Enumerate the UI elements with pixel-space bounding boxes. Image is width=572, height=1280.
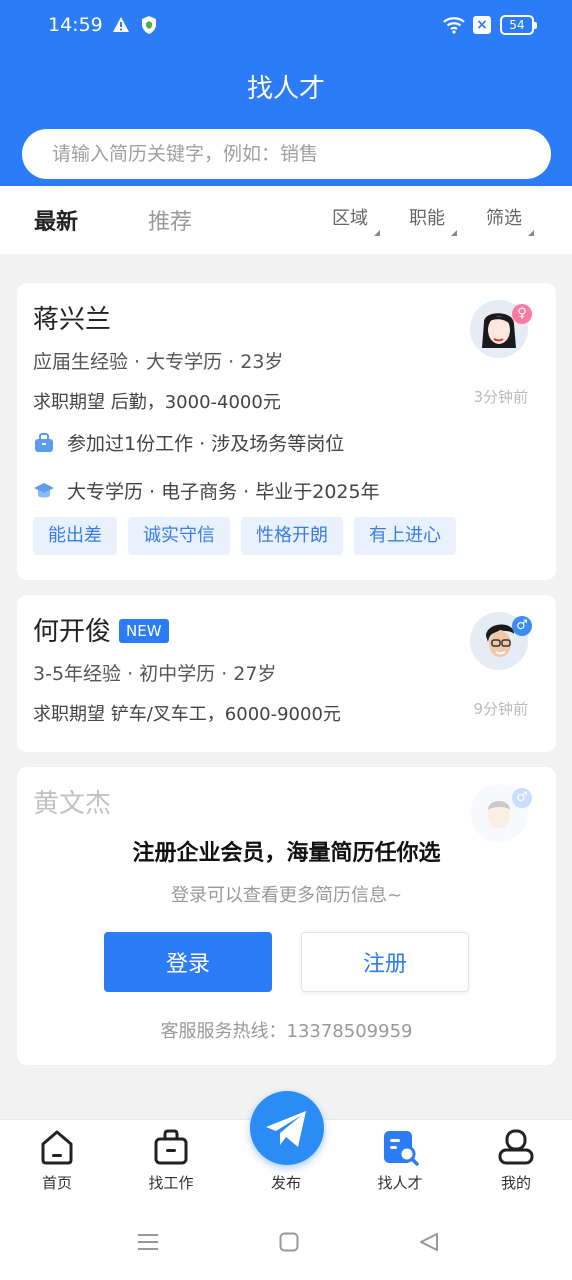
nav-find-job-label: 找工作 bbox=[148, 1174, 194, 1192]
user-icon bbox=[498, 1129, 534, 1165]
post-button[interactable] bbox=[250, 1091, 324, 1165]
skill-tag: 性格开朗 bbox=[241, 517, 343, 555]
education-info: 大专学历 · 电子商务 · 毕业于2025年 bbox=[33, 477, 380, 504]
filter-area[interactable]: 区域 bbox=[332, 204, 380, 236]
filter-job-label: 职能 bbox=[409, 208, 445, 229]
dropdown-triangle-icon bbox=[374, 230, 380, 236]
home-icon bbox=[41, 1130, 73, 1165]
briefcase-icon bbox=[154, 1129, 188, 1165]
back-icon[interactable] bbox=[419, 1232, 439, 1252]
post-time: 9分钟前 bbox=[473, 700, 528, 718]
nav-mine-label: 我的 bbox=[500, 1174, 531, 1192]
paper-plane-icon bbox=[266, 1111, 306, 1147]
nav-find-talent[interactable]: 找人才 bbox=[360, 1128, 440, 1193]
avatar: ♂ bbox=[470, 784, 532, 842]
skill-tag: 能出差 bbox=[33, 517, 117, 555]
candidate-card[interactable]: 蒋兴兰 ♀ 应届生经验 · 大专学历 · 23岁 3分钟前 求职期望 后勤，30… bbox=[17, 283, 556, 580]
tab-recommend[interactable]: 推荐 bbox=[148, 204, 192, 236]
candidate-info: 3-5年经验 · 初中学历 · 27岁 bbox=[33, 663, 277, 685]
candidate-card[interactable]: 何开俊 NEW ♂ 3-5年经验 · 初中学历 · 27岁 9分钟前 求职期望 铲… bbox=[17, 595, 556, 752]
home-square-icon[interactable] bbox=[279, 1232, 299, 1252]
nav-home[interactable]: 首页 bbox=[17, 1128, 97, 1193]
post-time: 3分钟前 bbox=[473, 388, 528, 406]
warning-icon bbox=[113, 17, 129, 32]
notification-x-icon: × bbox=[473, 16, 491, 34]
nav-post-label: 发布 bbox=[270, 1174, 301, 1192]
candidate-name-row: 何开俊 NEW bbox=[33, 611, 169, 648]
login-prompt-subtitle: 登录可以查看更多简历信息~ bbox=[170, 885, 403, 906]
tab-bar: 最新 推荐 区域 职能 筛选 bbox=[0, 186, 572, 254]
tab-latest[interactable]: 最新 bbox=[34, 204, 78, 236]
search-box[interactable] bbox=[22, 129, 551, 179]
battery-icon: 54 bbox=[500, 15, 537, 35]
candidate-name: 黄文杰 bbox=[33, 789, 112, 819]
wifi-icon bbox=[443, 17, 465, 34]
status-time: 14:59 bbox=[48, 14, 103, 36]
login-prompt-title: 注册企业会员，海量简历任你选 bbox=[132, 841, 441, 866]
tag-list: 能出差 诚实守信 性格开朗 有上进心 bbox=[33, 517, 467, 555]
work-experience: 参加过1份工作 · 涉及场务等岗位 bbox=[33, 429, 344, 456]
graduation-cap-icon bbox=[34, 483, 54, 498]
candidate-name: 蒋兴兰 bbox=[33, 305, 112, 335]
nav-find-talent-label: 找人才 bbox=[377, 1174, 423, 1192]
job-expectation: 求职期望 后勤，3000-4000元 bbox=[33, 392, 281, 413]
skill-tag: 诚实守信 bbox=[128, 517, 230, 555]
header: 14:59 × 54 找人才 bbox=[0, 0, 572, 186]
filter-job[interactable]: 职能 bbox=[409, 204, 457, 236]
status-bar: 14:59 × 54 bbox=[0, 0, 572, 52]
education-text: 大专学历 · 电子商务 · 毕业于2025年 bbox=[67, 481, 380, 503]
briefcase-icon bbox=[35, 433, 53, 452]
job-expectation: 求职期望 铲车/叉车工，6000-9000元 bbox=[33, 704, 341, 725]
dropdown-triangle-icon bbox=[451, 230, 457, 236]
avatar: ♀ bbox=[470, 300, 532, 358]
login-button[interactable]: 登录 bbox=[104, 932, 272, 992]
filter-screen-label: 筛选 bbox=[486, 208, 522, 229]
dropdown-triangle-icon bbox=[528, 230, 534, 236]
male-icon: ♂ bbox=[512, 788, 532, 808]
menu-icon[interactable] bbox=[137, 1232, 159, 1252]
avatar: ♂ bbox=[470, 612, 532, 670]
login-prompt-card: 黄文杰 ♂ 注册企业会员，海量简历任你选 登录可以查看更多简历信息~ 登录 注册… bbox=[17, 767, 556, 1065]
system-navigation-bar bbox=[0, 1204, 572, 1280]
service-hotline: 客服服务热线：13378509959 bbox=[160, 1021, 413, 1042]
filter-screen[interactable]: 筛选 bbox=[486, 204, 534, 236]
talent-search-icon bbox=[384, 1131, 419, 1166]
new-badge: NEW bbox=[119, 619, 169, 643]
male-icon: ♂ bbox=[512, 616, 532, 636]
nav-find-job[interactable]: 找工作 bbox=[131, 1128, 211, 1193]
skill-tag: 有上进心 bbox=[354, 517, 456, 555]
candidate-info: 应届生经验 · 大专学历 · 23岁 bbox=[33, 351, 284, 373]
candidate-name: 何开俊 bbox=[33, 617, 112, 647]
search-input[interactable] bbox=[52, 129, 522, 179]
shield-icon bbox=[142, 16, 156, 34]
filter-area-label: 区域 bbox=[332, 208, 368, 229]
work-experience-text: 参加过1份工作 · 涉及场务等岗位 bbox=[67, 433, 345, 455]
page-title: 找人才 bbox=[246, 74, 325, 104]
nav-mine[interactable]: 我的 bbox=[476, 1128, 556, 1193]
nav-post-label-wrap: 发布 bbox=[246, 1172, 326, 1193]
female-icon: ♀ bbox=[512, 304, 532, 324]
register-button[interactable]: 注册 bbox=[301, 932, 469, 992]
nav-home-label: 首页 bbox=[41, 1174, 72, 1192]
